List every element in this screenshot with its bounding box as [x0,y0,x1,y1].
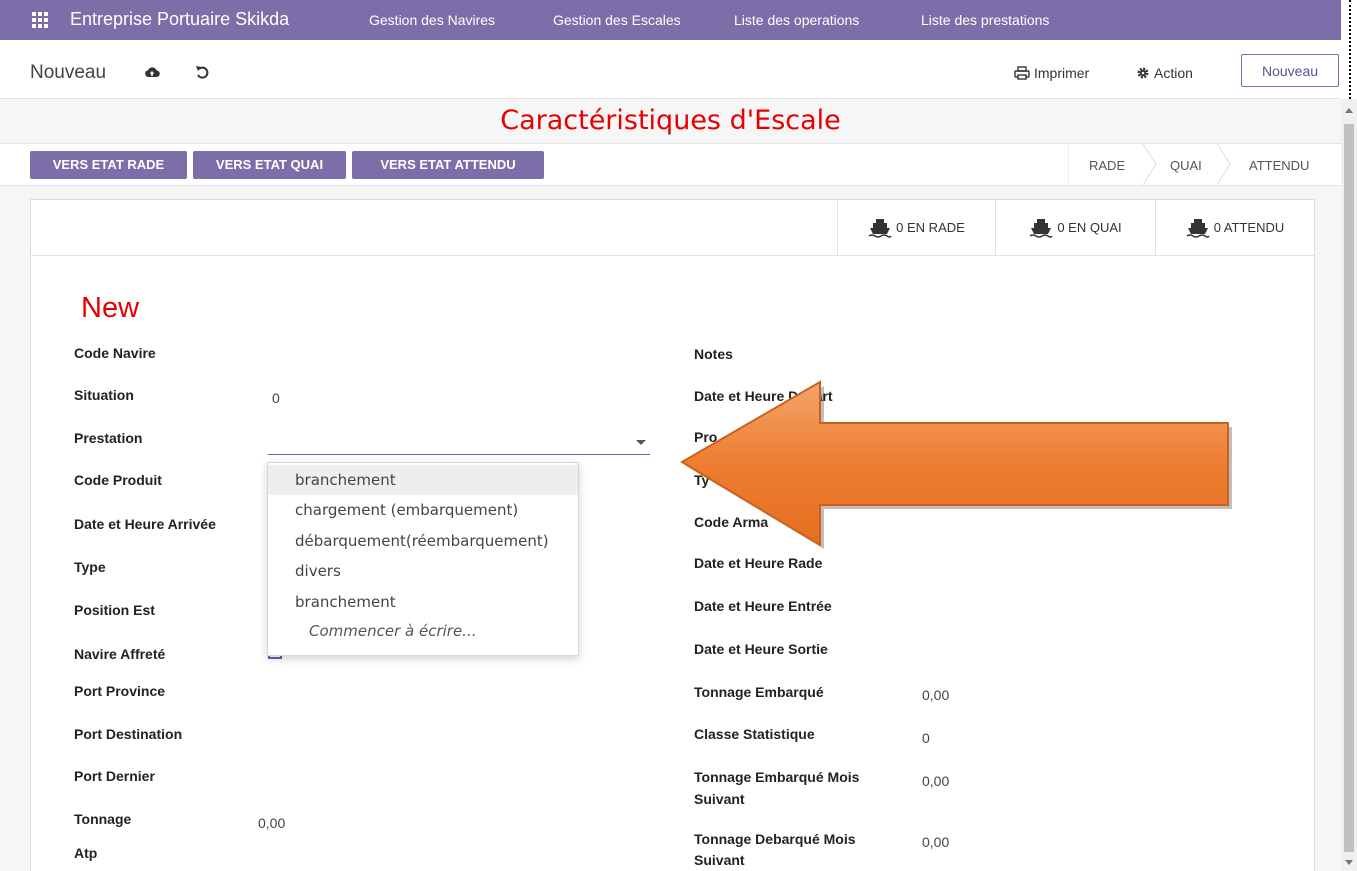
ship-icon [1029,218,1054,238]
action-label: Action [1154,65,1193,81]
print-button[interactable]: Imprimer [1014,65,1089,81]
vers-etat-quai-button[interactable]: VERS ETAT QUAI [193,151,346,179]
label-tonnage-debarque-mois-suivant: Suivant [694,852,745,868]
stage-chevron [1143,144,1157,185]
label-tonnage-embarque: Tonnage Embarqué [694,684,824,700]
label-tonnage-embarque-mois: Tonnage Embarqué Mois [694,769,860,785]
ship-icon [868,218,892,238]
dropdown-option[interactable]: débarquement(réembarquement) [268,526,578,556]
dropdown-option[interactable]: branchement [268,587,578,617]
label-position-est: Position Est [74,602,155,618]
label-date-sortie: Date et Heure Sortie [694,641,828,657]
vers-etat-attendu-button[interactable]: VERS ETAT ATTENDU [352,151,544,179]
stage-attendu[interactable]: ATTENDU [1249,158,1309,173]
smart-buttons-row: 0 EN RADE 0 EN QUAI 0 ATTENDU [31,200,1314,256]
label-situation: Situation [74,387,134,403]
stage-chevron [1217,144,1231,185]
top-navbar: Entreprise Portuaire Skikda Gestion des … [0,0,1341,40]
value-tonnage-embarque-mois[interactable]: 0,00 [922,773,949,789]
smart-button-en-quai[interactable]: 0 EN QUAI [995,200,1155,255]
smart-label-en-quai: 0 EN QUAI [1057,220,1122,235]
apps-grid-icon[interactable] [32,12,48,28]
dotted-divider [1349,0,1351,99]
ship-icon [1186,218,1210,238]
smart-button-en-rade[interactable]: 0 EN RADE [837,200,995,255]
stage-quai[interactable]: QUAI [1170,158,1202,173]
smart-button-attendu[interactable]: 0 ATTENDU [1155,200,1314,255]
label-type: Type [74,559,106,575]
scrollbar-thumb[interactable] [1344,124,1354,852]
status-bar: VERS ETAT RADE VERS ETAT QUAI VERS ETAT … [0,143,1341,186]
print-label: Imprimer [1034,65,1090,81]
gear-icon [1137,67,1149,79]
label-port-province: Port Province [74,683,166,699]
action-button[interactable]: Action [1136,65,1193,81]
value-tonnage[interactable]: 0,00 [258,815,285,831]
menu-gestion-escales[interactable]: Gestion des Escales [553,12,681,28]
smart-label-attendu: 0 ATTENDU [1213,220,1285,235]
label-prestation: Prestation [74,430,143,446]
stage-divider [1068,144,1069,185]
page-title: Caractéristiques d'Escale [500,105,841,136]
value-tonnage-debarque-mois[interactable]: 0,00 [922,834,949,850]
dropdown-option[interactable]: chargement (embarquement) [268,495,578,525]
dropdown-option[interactable]: branchement [268,465,578,495]
control-panel: Nouveau Imprimer Action Nouveau [0,40,1341,99]
scroll-down-icon[interactable] [1345,860,1353,865]
annotation-arrow-icon [680,380,1232,549]
label-code-produit: Code Produit [74,472,162,488]
prestation-select[interactable] [268,454,650,455]
value-classe-statistique[interactable]: 0 [922,730,930,746]
record-name: New [81,292,140,324]
brand-name[interactable]: Entreprise Portuaire Skikda [70,9,289,30]
dropdown-option[interactable]: divers [268,556,578,586]
label-tonnage-debarque-mois: Tonnage Debarqué Mois [694,831,856,847]
prestation-dropdown: branchement chargement (embarquement) dé… [267,462,579,656]
printer-icon [1014,66,1030,80]
menu-liste-prestations[interactable]: Liste des prestations [921,12,1049,28]
value-tonnage-embarque[interactable]: 0,00 [922,687,949,703]
label-classe-statistique: Classe Statistique [694,726,815,742]
cloud-upload-icon[interactable] [144,64,160,80]
new-record-button[interactable]: Nouveau [1241,54,1339,87]
scroll-up-icon[interactable] [1345,108,1353,113]
smart-label-en-rade: 0 EN RADE [896,220,965,235]
chevron-down-icon[interactable] [636,440,646,445]
value-situation[interactable]: 0 [272,390,280,406]
stage-rade[interactable]: RADE [1089,158,1125,173]
vers-etat-rade-button[interactable]: VERS ETAT RADE [30,151,187,179]
label-navire-affrete: Navire Affreté [74,646,166,662]
label-port-dernier: Port Dernier [74,768,155,784]
undo-icon[interactable] [194,64,210,80]
label-date-rade: Date et Heure Rade [694,555,823,571]
label-code-navire: Code Navire [74,345,156,361]
breadcrumb: Nouveau [30,62,107,83]
label-date-arrivee: Date et Heure Arrivée [74,516,216,532]
label-port-destination: Port Destination [74,726,183,742]
label-tonnage: Tonnage [74,811,132,827]
dropdown-hint[interactable]: Commencer à écrire... [309,622,477,640]
menu-liste-operations[interactable]: Liste des operations [734,12,859,28]
label-atp: Atp [74,845,98,861]
label-date-entree: Date et Heure Entrée [694,598,832,614]
label-notes: Notes [694,346,733,362]
menu-gestion-navires[interactable]: Gestion des Navires [369,12,495,28]
label-tonnage-embarque-mois-suivant: Suivant [694,791,745,807]
